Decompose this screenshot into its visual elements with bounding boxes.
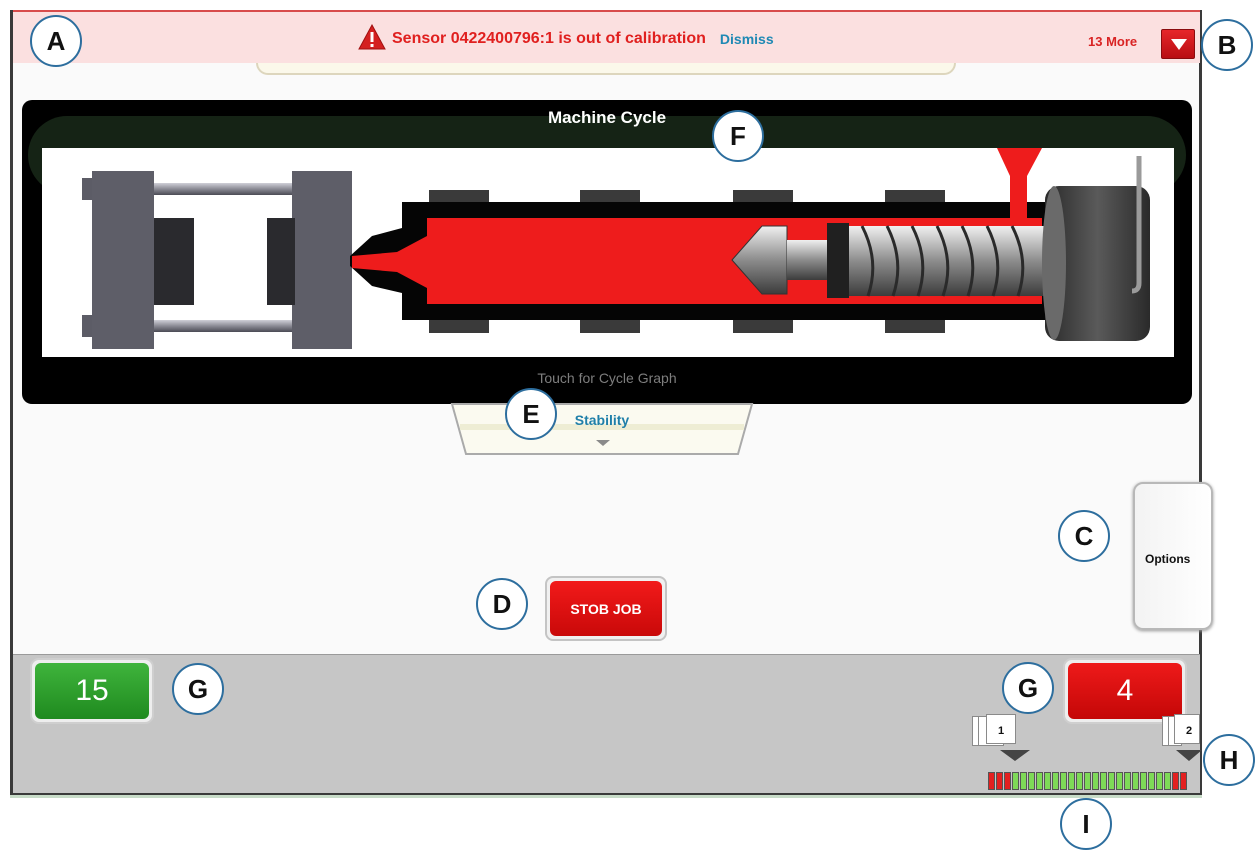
platen-left — [92, 171, 154, 349]
stability-tab-shape — [450, 403, 754, 455]
callout-g-left: G — [172, 663, 224, 715]
alert-message: Sensor 0422400796:1 is out of calibratio… — [392, 30, 706, 47]
frame-bottom-line — [10, 795, 1202, 798]
machine-diagram — [42, 148, 1174, 357]
alert-bar: Sensor 0422400796:1 is out of calibratio… — [13, 10, 1200, 63]
signal-segment — [1052, 772, 1059, 790]
dismiss-link[interactable]: Dismiss — [720, 31, 774, 47]
stability-tab[interactable]: Stability — [446, 402, 758, 458]
page-stack-right-count: 2 — [1186, 725, 1193, 737]
screen: Sensor 0422400796:1 is out of calibratio… — [0, 0, 1260, 850]
more-alerts-button[interactable] — [1161, 29, 1195, 59]
bad-parts-counter[interactable]: 4 — [1063, 658, 1187, 724]
stop-job-label: STOB JOB — [550, 581, 662, 636]
signal-segment — [988, 772, 995, 790]
signal-segment — [1036, 772, 1043, 790]
signal-segment — [1148, 772, 1155, 790]
signal-segment — [1092, 772, 1099, 790]
stop-job-button[interactable]: STOB JOB — [545, 576, 667, 641]
signal-segment — [1132, 772, 1139, 790]
signal-segment — [1116, 772, 1123, 790]
callout-h: H — [1203, 734, 1255, 786]
machine-cycle-title: Machine Cycle — [547, 108, 667, 127]
callout-c: C — [1058, 510, 1110, 562]
bad-parts-value: 4 — [1068, 663, 1182, 719]
cycle-graph-hint: Touch for Cycle Graph — [537, 370, 677, 386]
machine-cycle-panel[interactable]: Machine Cycle Touch for Cycle Graph — [22, 100, 1192, 404]
signal-segment — [1020, 772, 1027, 790]
more-alerts-count[interactable]: 13 More — [1088, 34, 1137, 49]
signal-segment — [1100, 772, 1107, 790]
callout-d: D — [476, 578, 528, 630]
signal-segment — [1140, 772, 1147, 790]
callout-f: F — [712, 110, 764, 162]
signal-segment — [1044, 772, 1051, 790]
signal-segment — [1108, 772, 1115, 790]
signal-segment — [1172, 772, 1179, 790]
signal-segment — [1004, 772, 1011, 790]
signal-segment — [1076, 772, 1083, 790]
platen-right — [292, 171, 352, 349]
options-label: Options — [1145, 552, 1191, 566]
signal-segment — [1084, 772, 1091, 790]
chevron-down-icon — [1171, 39, 1187, 50]
options-button[interactable]: Options — [1133, 482, 1213, 630]
signal-segment — [996, 772, 1003, 790]
stability-label: Stability — [574, 412, 630, 428]
mold-left — [154, 218, 194, 305]
callout-e: E — [505, 388, 557, 440]
page-stack-left-count: 1 — [998, 725, 1005, 737]
signal-segment — [1124, 772, 1131, 790]
callout-i: I — [1060, 798, 1112, 850]
good-parts-counter[interactable]: 15 — [30, 658, 154, 724]
signal-segment — [1028, 772, 1035, 790]
callout-b: B — [1201, 19, 1253, 71]
signal-segment — [1180, 772, 1187, 790]
warning-triangle-icon — [358, 23, 386, 55]
alert-message-group: Sensor 0422400796:1 is out of calibratio… — [358, 23, 774, 55]
signal-segment — [1060, 772, 1067, 790]
signal-segment-bar — [988, 772, 1187, 790]
mold-right — [267, 218, 295, 305]
signal-segment — [1012, 772, 1019, 790]
stack-pointer-icon — [1000, 750, 1030, 761]
signal-segment — [1156, 772, 1163, 790]
signal-segment — [1164, 772, 1171, 790]
good-parts-value: 15 — [35, 663, 149, 719]
callout-a: A — [30, 15, 82, 67]
callout-g-right: G — [1002, 662, 1054, 714]
stack-pointer-icon — [1176, 750, 1202, 761]
signal-segment — [1068, 772, 1075, 790]
